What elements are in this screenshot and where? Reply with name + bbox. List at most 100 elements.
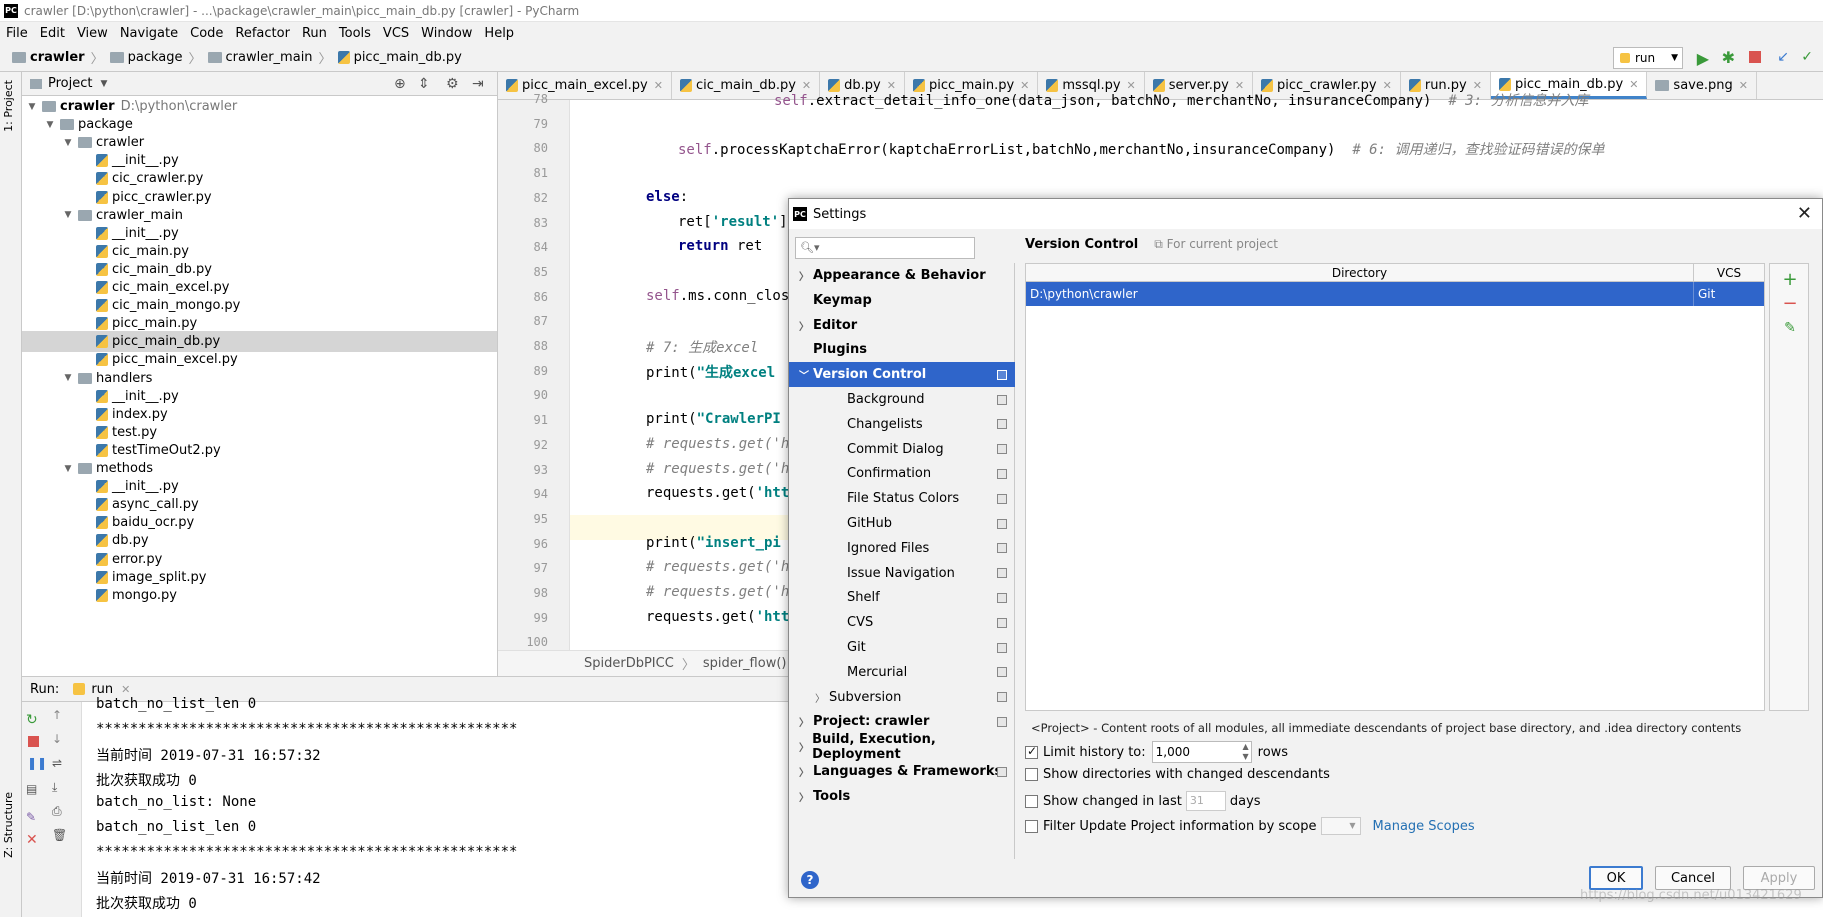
- menu-item-help[interactable]: Help: [478, 26, 520, 41]
- expand-arrow-icon[interactable]: ▼: [26, 102, 38, 112]
- column-vcs[interactable]: VCS: [1694, 264, 1764, 281]
- breadcrumb-class[interactable]: SpiderDbPICC: [584, 656, 674, 671]
- breadcrumb-function[interactable]: spider_flow(): [703, 656, 787, 671]
- settings-nav-item[interactable]: Git: [789, 635, 1015, 660]
- expand-arrow-icon[interactable]: 〉: [799, 268, 813, 283]
- settings-nav-item[interactable]: Changelists: [789, 412, 1015, 437]
- stop-icon[interactable]: [1749, 51, 1761, 63]
- settings-nav-item[interactable]: Issue Navigation: [789, 561, 1015, 586]
- settings-nav-item[interactable]: 〉 Subversion: [789, 685, 1015, 710]
- pause-icon[interactable]: ❚❚: [27, 756, 47, 770]
- settings-nav-item[interactable]: CVS: [789, 610, 1015, 635]
- vcs-update-icon[interactable]: ↙: [1777, 49, 1789, 65]
- expand-arrow-icon[interactable]: ▼: [62, 210, 74, 220]
- print-icon[interactable]: ⎙: [52, 804, 62, 819]
- collapse-icon[interactable]: ⇕: [418, 76, 430, 92]
- apply-button[interactable]: Apply: [1743, 866, 1815, 890]
- settings-nav-item[interactable]: Confirmation: [789, 461, 1015, 486]
- menu-item-window[interactable]: Window: [415, 26, 478, 41]
- table-row[interactable]: D:\python\crawler Git: [1026, 282, 1764, 306]
- settings-nav-item[interactable]: 〉 Languages & Frameworks: [789, 759, 1015, 784]
- menu-item-edit[interactable]: Edit: [34, 26, 71, 41]
- trash-icon[interactable]: 🗑: [52, 828, 67, 842]
- close-icon[interactable]: ✕: [121, 683, 130, 696]
- settings-nav-item[interactable]: Shelf: [789, 585, 1015, 610]
- settings-search-input[interactable]: 🔍︎▾: [795, 237, 975, 259]
- settings-nav-item[interactable]: Background: [789, 387, 1015, 412]
- close-icon[interactable]: ✕: [26, 832, 38, 848]
- remove-icon[interactable]: −: [1770, 294, 1810, 314]
- close-icon[interactable]: ✕: [654, 79, 663, 92]
- breadcrumb-item[interactable]: crawler_main: [204, 50, 317, 65]
- help-icon[interactable]: ?: [801, 871, 819, 889]
- tree-item[interactable]: mongo.py: [22, 585, 497, 606]
- soft-wrap-icon[interactable]: ⇌: [52, 756, 62, 770]
- expand-arrow-icon[interactable]: ﹀: [799, 367, 813, 382]
- vcs-commit-icon[interactable]: ✓: [1801, 49, 1813, 65]
- gear-icon[interactable]: ⚙: [446, 76, 459, 92]
- menu-item-tools[interactable]: Tools: [333, 26, 377, 41]
- filter-update-checkbox[interactable]: [1025, 819, 1038, 833]
- breadcrumb-item[interactable]: picc_main_db.py: [334, 50, 466, 65]
- breadcrumb-item[interactable]: crawler: [8, 50, 89, 65]
- run-config-select[interactable]: run ▼: [1613, 47, 1683, 69]
- settings-nav-item[interactable]: Mercurial: [789, 660, 1015, 685]
- expand-arrow-icon[interactable]: ▼: [62, 138, 74, 148]
- expand-arrow-icon[interactable]: 〉: [799, 739, 812, 754]
- expand-arrow-icon[interactable]: 〉: [799, 714, 813, 729]
- settings-nav-item[interactable]: 〉 Project: crawler: [789, 709, 1015, 734]
- settings-nav-item[interactable]: 〉 Build, Execution, Deployment: [789, 732, 1015, 762]
- settings-nav-item[interactable]: ﹀ Version Control: [789, 362, 1015, 388]
- settings-nav-item[interactable]: Commit Dialog: [789, 437, 1015, 462]
- menu-item-vcs[interactable]: VCS: [377, 26, 415, 41]
- settings-nav-item[interactable]: 〉 Editor: [789, 313, 1015, 338]
- spinner-icon[interactable]: ▲ ▼: [1242, 742, 1248, 762]
- menu-item-file[interactable]: File: [0, 26, 34, 41]
- edit-icon[interactable]: ✎: [1770, 318, 1810, 338]
- expand-arrow-icon[interactable]: 〉: [799, 764, 813, 779]
- rerun-icon[interactable]: ↻: [26, 712, 38, 728]
- settings-nav-item[interactable]: Keymap: [789, 288, 1015, 313]
- settings-nav-item[interactable]: Plugins: [789, 337, 1015, 362]
- run-tab[interactable]: run: [91, 682, 113, 697]
- expand-arrow-icon[interactable]: 〉: [799, 318, 813, 333]
- limit-history-input[interactable]: 1,000 ▲ ▼: [1151, 741, 1252, 763]
- menu-item-view[interactable]: View: [71, 26, 114, 41]
- locate-icon[interactable]: ⊕: [394, 76, 406, 92]
- project-tool-tab[interactable]: 1: Project: [2, 80, 15, 132]
- hide-icon[interactable]: ⇥: [472, 76, 484, 92]
- scroll-end-icon[interactable]: ⤓: [52, 780, 57, 795]
- show-dirs-checkbox[interactable]: [1025, 768, 1038, 781]
- menu-item-code[interactable]: Code: [184, 26, 229, 41]
- close-icon[interactable]: ✕: [1797, 203, 1812, 224]
- close-icon[interactable]: ✕: [1739, 79, 1748, 92]
- column-directory[interactable]: Directory: [1026, 264, 1694, 281]
- expand-arrow-icon[interactable]: ▼: [44, 120, 56, 130]
- stop-icon[interactable]: [28, 736, 39, 747]
- ok-button[interactable]: OK: [1589, 866, 1643, 890]
- scope-select[interactable]: ▼: [1320, 817, 1361, 835]
- pin-icon[interactable]: ✎: [26, 810, 36, 824]
- show-changed-checkbox[interactable]: [1025, 794, 1038, 808]
- menu-item-refactor[interactable]: Refactor: [229, 26, 296, 41]
- show-changed-input[interactable]: 31: [1185, 791, 1226, 811]
- manage-scopes-link[interactable]: Manage Scopes: [1373, 819, 1475, 834]
- close-icon[interactable]: ✕: [1629, 78, 1638, 91]
- settings-nav-item[interactable]: Ignored Files: [789, 536, 1015, 561]
- run-icon[interactable]: ▶: [1697, 49, 1709, 68]
- layout-icon[interactable]: ▤: [26, 782, 37, 796]
- down-arrow-icon[interactable]: ↓: [52, 732, 62, 746]
- expand-arrow-icon[interactable]: 〉: [815, 690, 829, 705]
- expand-arrow-icon[interactable]: ▼: [62, 464, 74, 474]
- editor-tab[interactable]: save.png ✕: [1647, 72, 1757, 99]
- chevron-down-icon[interactable]: ▼: [100, 79, 107, 89]
- menu-item-navigate[interactable]: Navigate: [114, 26, 184, 41]
- add-icon[interactable]: +: [1770, 270, 1810, 290]
- up-arrow-icon[interactable]: ↑: [52, 708, 62, 722]
- limit-history-checkbox[interactable]: [1025, 744, 1038, 759]
- menu-item-run[interactable]: Run: [296, 26, 333, 41]
- breadcrumb-item[interactable]: package: [106, 50, 187, 65]
- structure-tool-tab[interactable]: Z: Structure: [2, 792, 15, 858]
- settings-nav-item[interactable]: GitHub: [789, 511, 1015, 536]
- settings-nav-item[interactable]: 〉 Tools: [789, 784, 1015, 809]
